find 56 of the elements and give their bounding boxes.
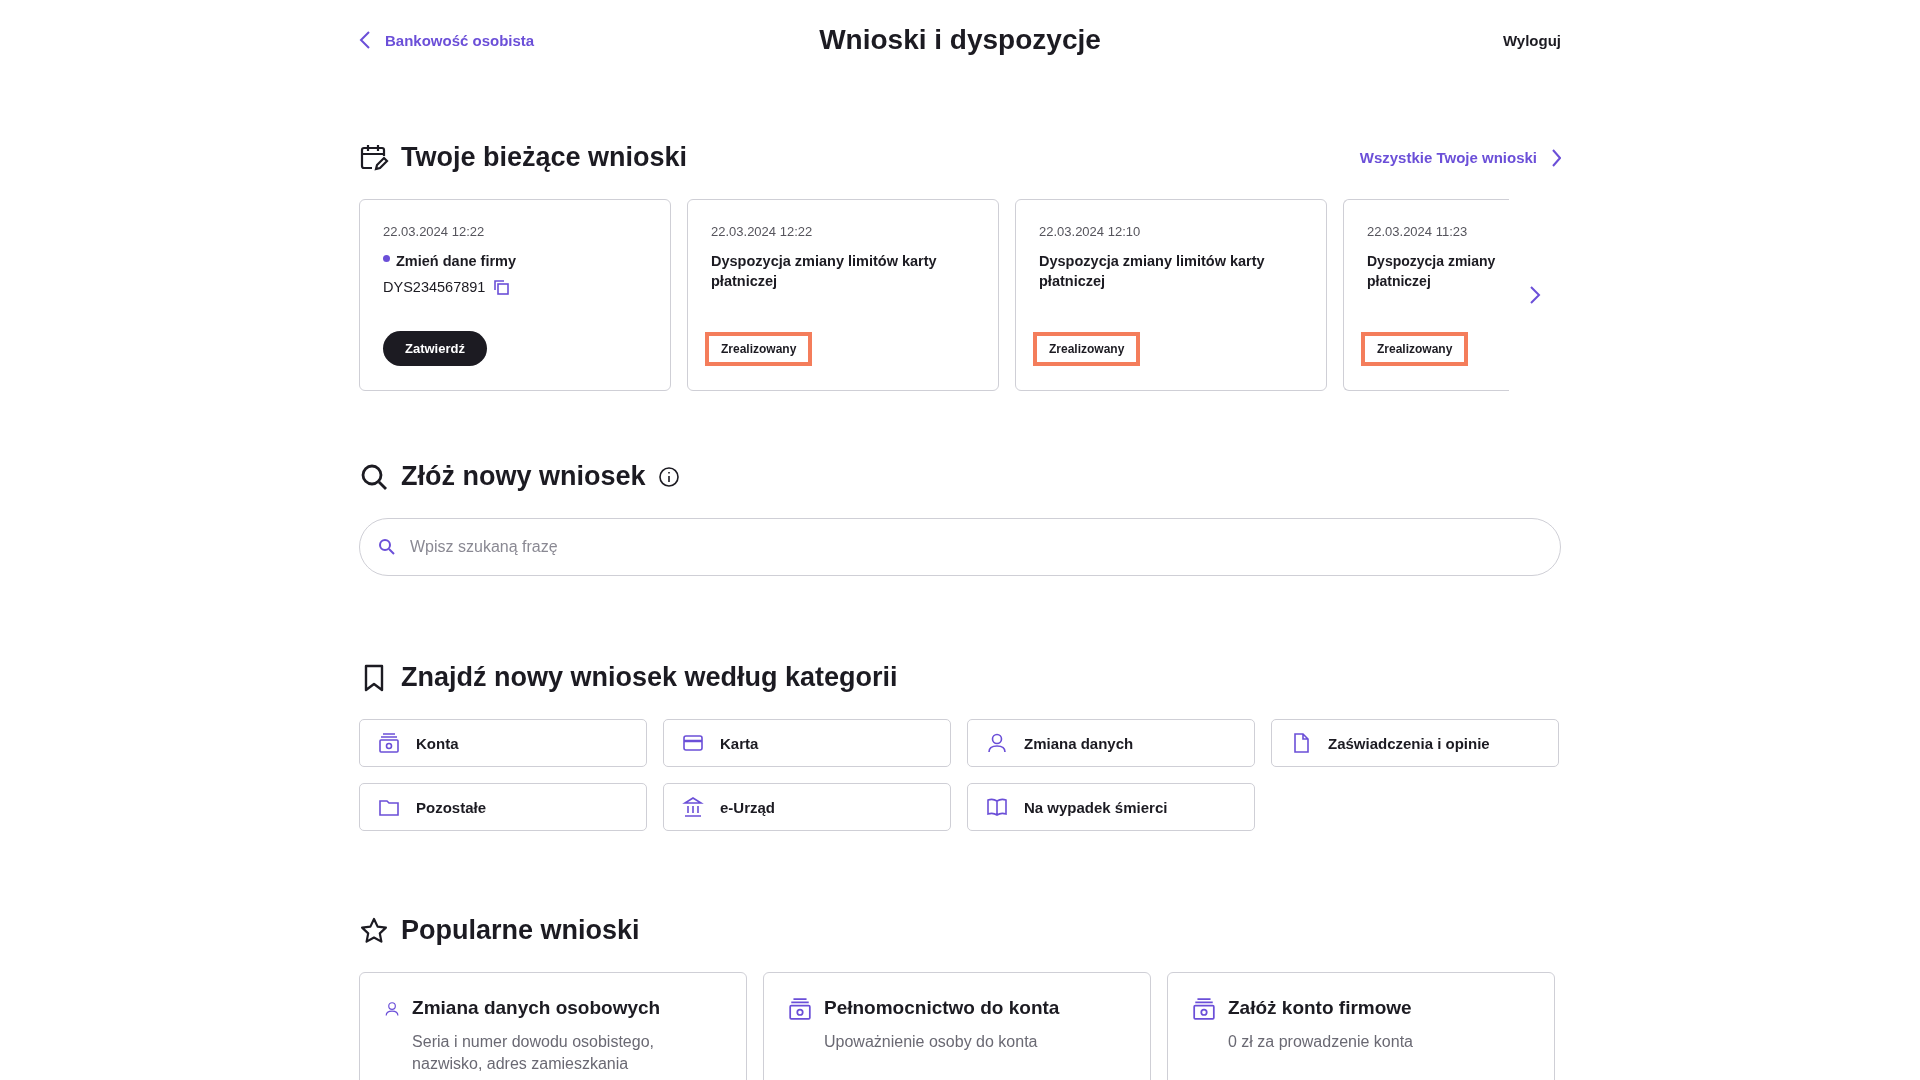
back-link[interactable]: Bankowość osobista <box>359 31 535 49</box>
popular-request-card[interactable]: Załóż konto firmowe 0 zł za prowadzenie konta <box>1167 972 1555 1080</box>
popular-request-card[interactable]: Zmiana danych osobowych Seria i numer dowodu osobistego, nazwisko, adres zamieszkania <box>359 972 747 1080</box>
section-title: Twoje bieżące wnioski <box>401 142 688 173</box>
chevron-right-icon[interactable] <box>1529 285 1541 305</box>
request-title: Dyspozycja zmiany limitów karty płatniczej <box>711 252 938 291</box>
status-badge: Zrealizowany <box>705 332 813 366</box>
category-tile[interactable]: Zmiana danych <box>967 719 1255 767</box>
popular-request-title: Pełnomocnictwo do konta <box>824 997 1060 1019</box>
request-date: 22.03.2024 12:22 <box>383 224 485 239</box>
chevron-left-icon <box>359 31 371 49</box>
book-icon <box>986 796 1008 818</box>
request-title: Dyspozycja zmiany płatniczej <box>1367 252 1497 291</box>
category-tile[interactable]: Na wypadek śmierci <box>967 783 1255 831</box>
approve-button[interactable]: Zatwierdź <box>383 331 487 366</box>
request-date: 22.03.2024 12:22 <box>711 224 813 239</box>
popular-request-title: Zmiana danych osobowych <box>412 997 662 1019</box>
popular-request-description: Upoważnienie osoby do konta <box>824 1032 1039 1052</box>
category-tile[interactable]: Zaświadczenia i opinie <box>1271 719 1559 767</box>
request-code: DYS234567891 <box>383 279 486 295</box>
popular-request-card[interactable]: Pełnomocnictwo do konta Upoważnienie osoby do konta <box>763 972 1151 1080</box>
logout-link[interactable]: Wyloguj <box>1502 31 1561 49</box>
request-date: 22.03.2024 11:23 <box>1367 224 1468 239</box>
popular-request-description: Seria i numer dowodu osobistego, nazwisko, adres zamieszkania <box>412 1032 655 1074</box>
category-tile[interactable]: e-Urząd <box>663 783 951 831</box>
request-card[interactable]: 22.03.2024 12:22 Dyspozycja zmiany limitów karty płatniczej Zrealizowany <box>687 199 999 391</box>
calendar-edit-icon <box>359 142 389 173</box>
star-icon <box>359 915 389 946</box>
request-card[interactable]: 22.03.2024 11:23 Dyspozycja zmiany płatniczej Zrealizowany <box>1343 199 1509 391</box>
copy-icon[interactable] <box>493 279 510 295</box>
all-requests-link[interactable]: Wszystkie Twoje wnioski <box>1359 148 1561 167</box>
card-icon <box>682 732 704 754</box>
popular-request-title: Załóż konto firmowe <box>1228 997 1413 1019</box>
request-title: Dyspozycja zmiany limitów karty płatniczej <box>1039 252 1266 291</box>
chevron-right-icon <box>1551 148 1561 167</box>
bank-icon <box>378 732 400 754</box>
section-title: Znajdź nowy wniosek według kategorii <box>401 662 898 693</box>
category-tile[interactable]: Konta <box>359 719 647 767</box>
request-date: 22.03.2024 12:10 <box>1039 224 1141 239</box>
section-title: Popularne wnioski <box>401 915 640 946</box>
status-badge: Zrealizowany <box>1361 332 1469 366</box>
category-tile[interactable]: Karta <box>663 719 951 767</box>
section-title: Złóż nowy wniosek <box>401 461 646 492</box>
search-icon <box>378 538 396 556</box>
popular-request-description: 0 zł za prowadzenie konta <box>1228 1032 1413 1052</box>
request-card[interactable]: 22.03.2024 12:22 Zmień dane firmy DYS234567891 Zatwierdź <box>359 199 671 391</box>
category-tile[interactable]: Pozostałe <box>359 783 647 831</box>
bank-icon <box>1192 997 1216 1021</box>
page-title: Wnioski i dyspozycje <box>819 24 1101 56</box>
bank-icon <box>788 997 812 1021</box>
info-icon[interactable] <box>657 465 680 488</box>
building-icon <box>682 796 704 818</box>
request-card[interactable]: 22.03.2024 12:10 Dyspozycja zmiany limitów karty płatniczej Zrealizowany <box>1015 199 1327 391</box>
person-icon <box>986 732 1008 754</box>
request-title: Zmień dane firmy <box>396 252 517 271</box>
status-badge: Zrealizowany <box>1033 332 1141 366</box>
